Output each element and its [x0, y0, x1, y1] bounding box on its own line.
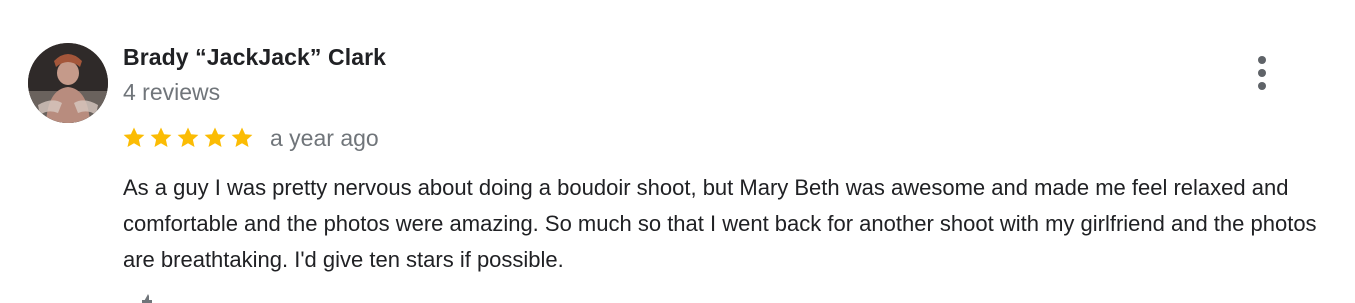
review-card: Brady “JackJack” Clark 4 reviews a year …: [0, 0, 1355, 303]
star-icon: [150, 127, 172, 147]
star-rating: [122, 126, 254, 150]
star-icon: [204, 127, 226, 147]
thumbs-up-icon[interactable]: [140, 294, 154, 303]
review-time: a year ago: [270, 124, 379, 151]
review-text: As a guy I was pretty nervous about doin…: [123, 175, 1317, 272]
rating-row: a year ago: [122, 123, 379, 153]
star-icon: [231, 127, 253, 147]
author-name[interactable]: Brady “JackJack” Clark: [123, 44, 386, 71]
author-review-count[interactable]: 4 reviews: [123, 79, 220, 106]
more-vert-icon: [1258, 56, 1266, 90]
more-options-button[interactable]: [1243, 52, 1281, 94]
star-icon: [177, 127, 199, 147]
author-avatar[interactable]: [28, 43, 108, 123]
star-icon: [123, 127, 145, 147]
avatar-image: [28, 43, 108, 123]
